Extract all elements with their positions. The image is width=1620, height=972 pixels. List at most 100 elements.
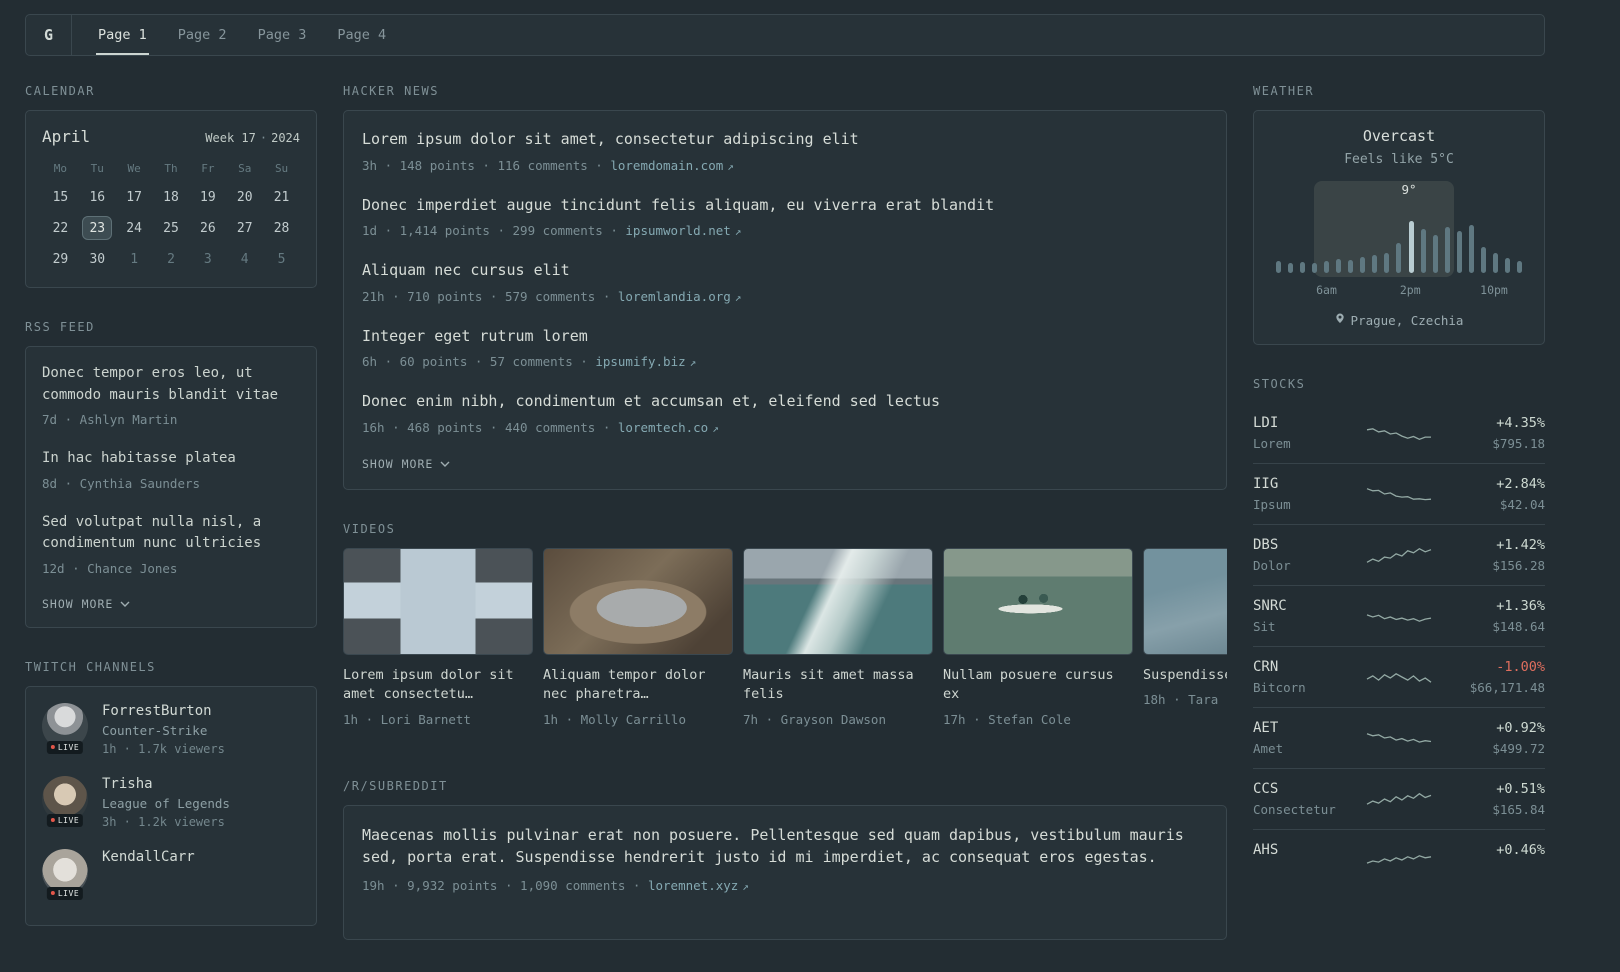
page-tabs: Page 1 Page 2 Page 3 Page 4 bbox=[72, 15, 388, 55]
stock-name: Bitcorn bbox=[1253, 680, 1306, 695]
subreddit-post-title[interactable]: Maecenas mollis pulvinar erat non posuer… bbox=[362, 824, 1208, 869]
page-tab[interactable]: Page 1 bbox=[96, 15, 149, 55]
hackernews-item-title[interactable]: Donec enim nibh, condimentum et accumsan… bbox=[362, 391, 1208, 413]
hackernews-item-title[interactable]: Donec imperdiet augue tincidunt felis al… bbox=[362, 195, 1208, 217]
video-title: Mauris sit amet massa felis bbox=[743, 666, 914, 703]
stock-change: +0.46% bbox=[1496, 842, 1545, 858]
page-tab[interactable]: Page 3 bbox=[256, 15, 309, 55]
domain-text: loremdomain.com bbox=[610, 157, 724, 173]
calendar-day: 29 bbox=[52, 251, 69, 267]
rss-item-title[interactable]: Sed volutpat nulla nisl, a condimentum n… bbox=[42, 512, 300, 555]
stock-row[interactable]: DBS Dolor +1.42% $156.28 bbox=[1253, 524, 1545, 585]
stock-row[interactable]: CCS Consectetur +0.51% $165.84 bbox=[1253, 768, 1545, 829]
stocks-list: LDI Lorem +4.35% $795.18 IIG Ipsum +2.84… bbox=[1253, 403, 1545, 889]
calendar-day: 26 bbox=[200, 220, 216, 236]
video-card[interactable]: Mauris sit amet massa felis 7h · Grayson… bbox=[743, 547, 933, 727]
weather-bar bbox=[1300, 262, 1306, 273]
video-card[interactable]: Nullam posuere cursus ex 17h · Stefan Co… bbox=[943, 547, 1133, 727]
peak-temperature-label: 9° bbox=[1401, 182, 1417, 197]
video-card[interactable]: Aliquam tempor dolor nec pharetra… 1h · … bbox=[543, 547, 733, 727]
rss-item-title[interactable]: Donec tempor eros leo, ut commodo mauris… bbox=[42, 363, 300, 406]
weather-bar bbox=[1288, 263, 1294, 273]
stock-row[interactable]: LDI Lorem +4.35% $795.18 bbox=[1253, 403, 1545, 463]
hackernews-widget: HACKER NEWS Lorem ipsum dolor sit amet, … bbox=[343, 84, 1227, 490]
weather-bar bbox=[1312, 263, 1318, 273]
twitch-card: LIVE ForrestBurton Counter-Strike 1h · 1… bbox=[25, 685, 317, 926]
twitch-channel[interactable]: LIVE ForrestBurton Counter-Strike 1h · 1… bbox=[42, 702, 300, 756]
hackernews-item-title[interactable]: Lorem ipsum dolor sit amet, consectetur … bbox=[362, 129, 1208, 151]
calendar-day: 2 bbox=[167, 251, 175, 267]
stock-change: +0.51% bbox=[1496, 781, 1545, 797]
twitch-channel[interactable]: LIVE KendallCarr bbox=[42, 848, 300, 900]
weather-bar bbox=[1408, 221, 1414, 273]
item-stats: 1d · 1,414 points · 299 comments · bbox=[362, 223, 618, 239]
hackernews-item-meta: 6h · 60 points · 57 comments · ipsumify.… bbox=[362, 353, 1208, 372]
live-dot-icon bbox=[50, 745, 55, 750]
hackernews-list: Lorem ipsum dolor sit amet, consectetur … bbox=[362, 129, 1208, 438]
stock-price: $156.28 bbox=[1492, 558, 1545, 573]
subreddit-section-title: /R/SUBREDDIT bbox=[343, 778, 448, 793]
stock-price: $66,171.48 bbox=[1469, 680, 1545, 695]
stock-id: LDI Lorem bbox=[1253, 415, 1362, 451]
stock-sparkline bbox=[1366, 792, 1432, 805]
hackernews-item: Donec enim nibh, condimentum et accumsan… bbox=[362, 391, 1208, 438]
calendar-day: 3 bbox=[203, 251, 212, 267]
page-tab[interactable]: Page 4 bbox=[335, 15, 388, 55]
item-domain-link[interactable]: loremdomain.com ↗ bbox=[610, 158, 734, 173]
rss-show-more-button[interactable]: SHOW MORE bbox=[42, 597, 130, 611]
item-domain-link[interactable]: loremtech.co ↗ bbox=[618, 420, 719, 435]
stock-row[interactable]: AHS +0.46% bbox=[1253, 829, 1545, 889]
external-link-icon: ↗ bbox=[742, 879, 749, 893]
stock-name: Lorem bbox=[1253, 436, 1291, 451]
item-domain-link[interactable]: ipsumworld.net ↗ bbox=[625, 223, 741, 238]
weather-bar bbox=[1432, 235, 1438, 273]
external-link-icon: ↗ bbox=[734, 225, 742, 239]
calendar-day: 25 bbox=[163, 220, 179, 236]
video-card[interactable]: Suspendisse diam 18h · Tara bbox=[1143, 547, 1227, 727]
weather-bar bbox=[1324, 261, 1330, 273]
weekday-label: Tu bbox=[90, 162, 104, 175]
post-domain-link[interactable]: loremnet.xyz ↗ bbox=[648, 878, 749, 893]
twitch-channel-list: LIVE ForrestBurton Counter-Strike 1h · 1… bbox=[42, 702, 300, 900]
domain-text: ipsumworld.net bbox=[625, 223, 731, 239]
channel-meta: 3h · 1.2k viewers bbox=[102, 814, 225, 829]
rss-item: Donec tempor eros leo, ut commodo mauris… bbox=[42, 363, 300, 430]
stock-values: +4.35% $795.18 bbox=[1436, 415, 1545, 451]
calendar-day: 24 bbox=[126, 220, 142, 236]
stock-price: $499.72 bbox=[1492, 741, 1545, 756]
stock-change: -1.00% bbox=[1496, 659, 1545, 675]
weekday-label: Fr bbox=[201, 162, 215, 175]
weather-bar bbox=[1348, 260, 1354, 273]
page-tab[interactable]: Page 2 bbox=[176, 15, 229, 55]
hackernews-item-title[interactable]: Aliquam nec cursus elit bbox=[362, 260, 1208, 282]
stock-row[interactable]: IIG Ipsum +2.84% $42.04 bbox=[1253, 463, 1545, 524]
weather-bar bbox=[1276, 261, 1281, 273]
item-domain-link[interactable]: loremlandia.org ↗ bbox=[618, 289, 742, 304]
rss-item-meta: 12d · Chance Jones bbox=[42, 560, 178, 576]
live-dot-icon bbox=[50, 818, 55, 823]
hackernews-show-more-button[interactable]: SHOW MORE bbox=[362, 457, 450, 471]
domain-text: ipsumify.biz bbox=[595, 354, 686, 370]
live-badge: LIVE bbox=[46, 813, 84, 827]
calendar-week-label: Week 17 bbox=[205, 131, 256, 145]
stock-price: $795.18 bbox=[1492, 436, 1545, 451]
stock-row[interactable]: CRN Bitcorn -1.00% $66,171.48 bbox=[1253, 646, 1545, 707]
video-card[interactable]: Lorem ipsum dolor sit amet consectetu… 1… bbox=[343, 547, 533, 727]
hackernews-item-meta: 16h · 468 points · 440 comments · loremt… bbox=[362, 419, 1208, 438]
video-meta: 18h · Tara bbox=[1143, 692, 1219, 708]
item-domain-link[interactable]: ipsumify.biz ↗ bbox=[595, 354, 696, 369]
hackernews-item-title[interactable]: Integer eget rutrum lorem bbox=[362, 326, 1208, 348]
twitch-channel-info: Trisha League of Legends 3h · 1.2k viewe… bbox=[102, 776, 230, 829]
stock-row[interactable]: SNRC Sit +1.36% $148.64 bbox=[1253, 585, 1545, 646]
weather-bar bbox=[1336, 259, 1342, 273]
hackernews-item: Aliquam nec cursus elit 21h · 710 points… bbox=[362, 260, 1208, 307]
twitch-channel[interactable]: LIVE Trisha League of Legends 3h · 1.2k … bbox=[42, 775, 300, 829]
live-badge: LIVE bbox=[46, 886, 84, 900]
stock-row[interactable]: AET Amet +0.92% $499.72 bbox=[1253, 707, 1545, 768]
rss-item-title[interactable]: In hac habitasse platea bbox=[42, 448, 300, 470]
weather-hourly-chart: 9° bbox=[1274, 181, 1524, 277]
videos-section-title: VIDEOS bbox=[343, 521, 396, 536]
rss-item: In hac habitasse platea 8d · Cynthia Sau… bbox=[42, 448, 300, 493]
rss-card: Donec tempor eros leo, ut commodo mauris… bbox=[25, 346, 317, 628]
video-meta: 17h · Stefan Cole bbox=[943, 711, 1071, 727]
